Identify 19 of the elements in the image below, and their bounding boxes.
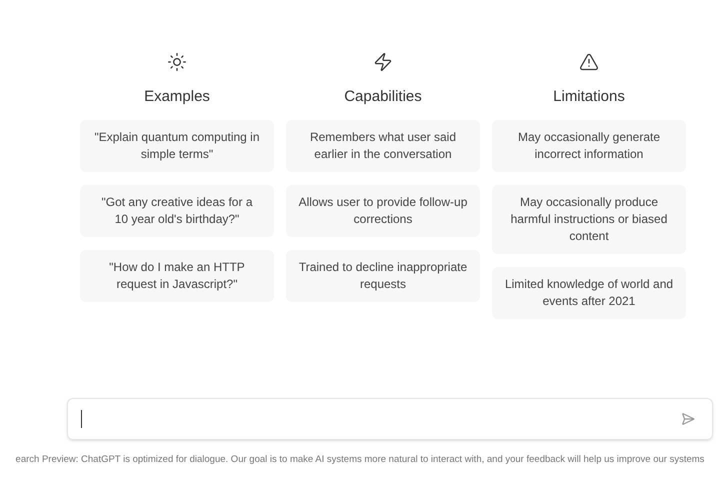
info-card: May occasionally generate incorrect information [492,120,686,172]
warning-icon [579,52,599,72]
column-title: Limitations [553,87,625,107]
example-prompt[interactable]: "How do I make an HTTP request in Javascript?" [80,250,274,302]
info-card: May occasionally produce harmful instructions or biased content [492,185,686,254]
footer-disclaimer: earch Preview: ChatGPT is optimized for dialogue. Our goal is to make AI systems more natural to interact with, and your feedback will help us improve our systems [16,452,704,467]
lightning-bolt-icon [373,52,393,72]
info-card: Allows user to provide follow-up corrections [286,185,480,237]
message-input[interactable] [67,398,713,440]
info-card: Limited knowledge of world and events after 2021 [492,267,686,319]
example-prompt[interactable]: "Explain quantum computing in simple terms" [80,120,274,172]
text-cursor [81,410,82,428]
column-title: Capabilities [344,87,422,107]
example-prompt[interactable]: "Got any creative ideas for a 10 year old's birthday?" [80,185,274,237]
sun-icon [167,52,187,72]
info-card: Remembers what user said earlier in the conversation [286,120,480,172]
info-card: Trained to decline inappropriate requests [286,250,480,302]
send-icon [681,412,695,426]
column-title: Examples [144,87,210,107]
